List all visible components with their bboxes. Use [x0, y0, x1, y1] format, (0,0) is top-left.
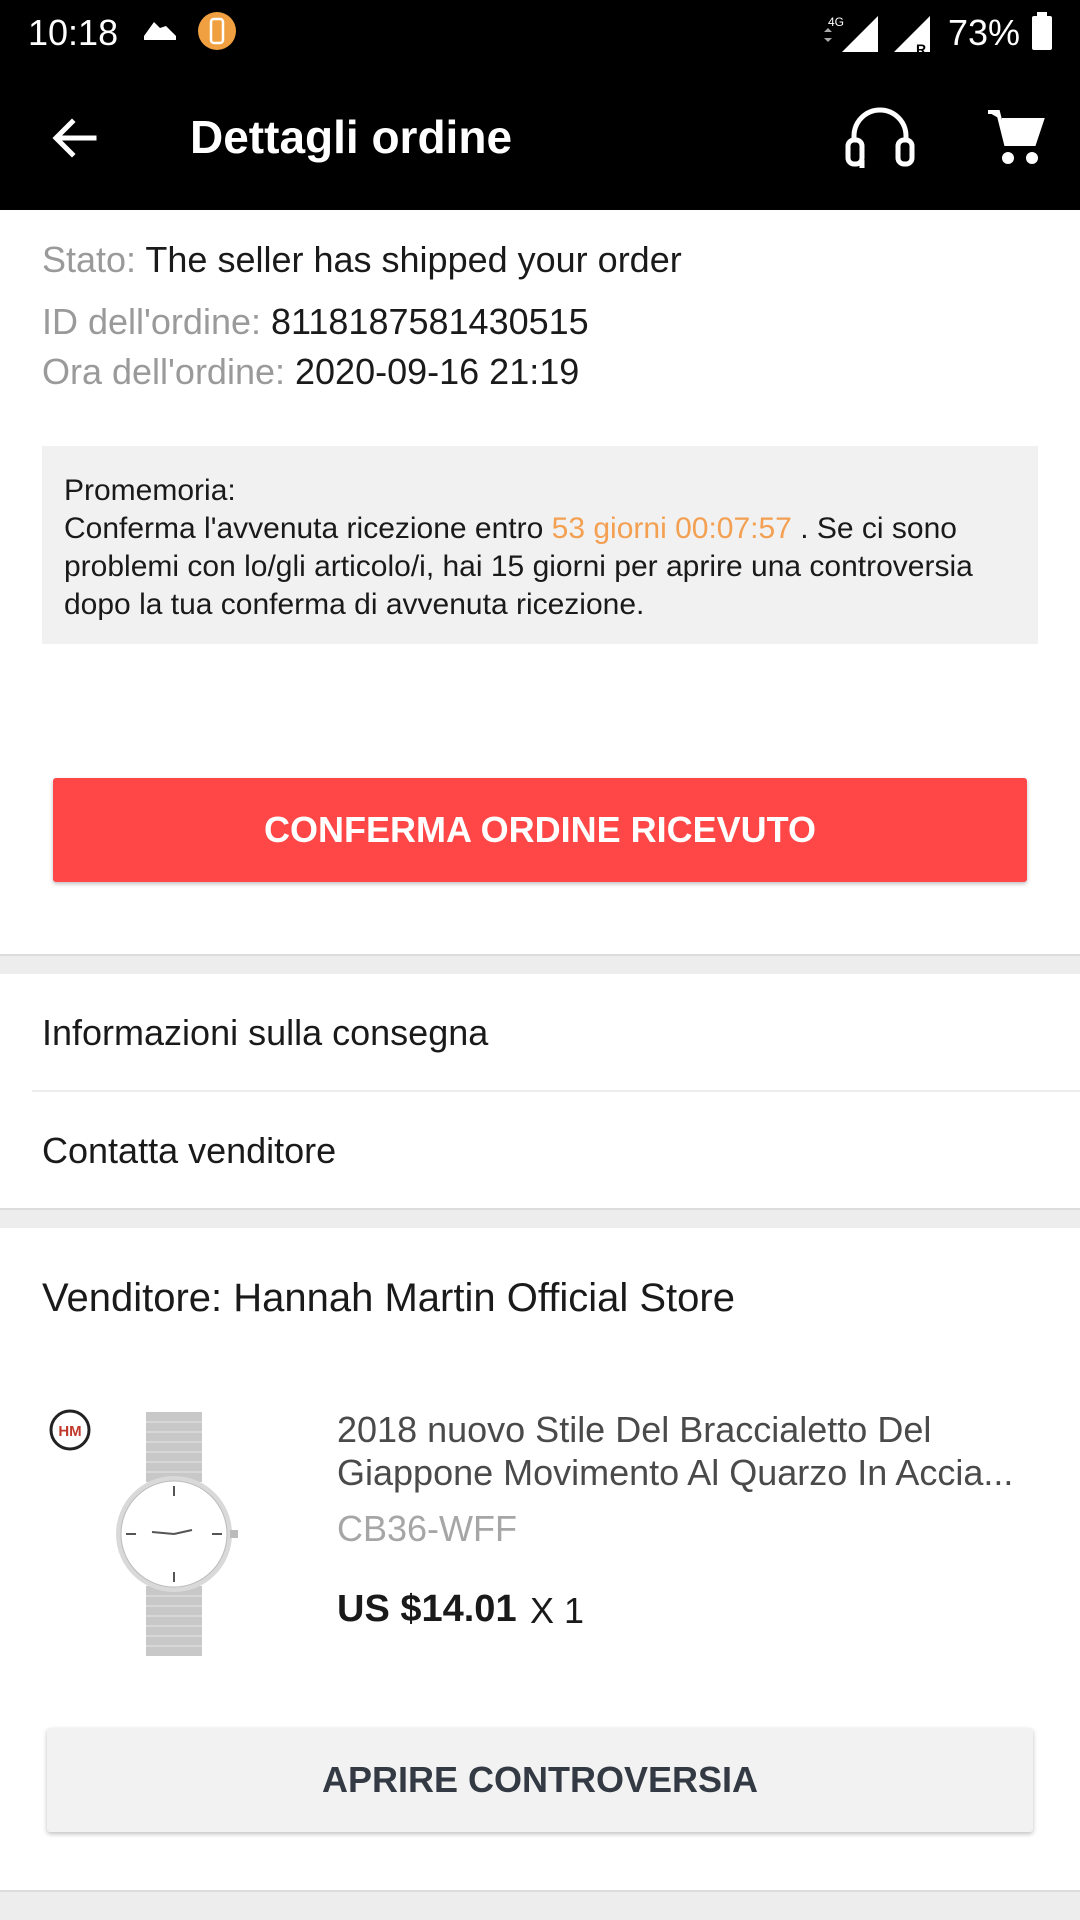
product-sku: CB36-WFF	[337, 1508, 517, 1549]
contact-seller-item[interactable]: Contatta venditore	[0, 1092, 1080, 1208]
order-id-row: ID dell'ordine: 8118187581430515	[42, 302, 589, 342]
battery-icon	[1030, 12, 1054, 57]
status-time: 10:18	[28, 12, 119, 53]
open-dispute-button[interactable]: APRIRE CONTROVERSIA	[47, 1728, 1033, 1832]
delivery-info-item[interactable]: Informazioni sulla consegna	[0, 974, 1080, 1090]
svg-text:R: R	[916, 41, 926, 54]
page-title: Dettagli ordine	[190, 111, 513, 163]
product-title[interactable]: 2018 nuovo Stile Del Braccialetto Del Gi…	[337, 1408, 1047, 1494]
running-shoe-icon	[140, 10, 180, 55]
order-time-label: Ora dell'ordine:	[42, 351, 285, 392]
order-time-row: Ora dell'ordine: 2020-09-16 21:19	[42, 352, 579, 392]
back-arrow-icon[interactable]	[44, 108, 104, 168]
confirm-received-button[interactable]: CONFERMA ORDINE RICEVUTO	[53, 778, 1027, 882]
product-price: US $14.01	[337, 1588, 517, 1630]
brand-logo-text: HM	[58, 1423, 81, 1440]
reminder-box: Promemoria: Conferma l'avvenuta ricezion…	[42, 446, 1038, 644]
app-bar: Dettagli ordine	[0, 64, 1080, 210]
order-time-value: 2020-09-16 21:19	[295, 351, 580, 392]
order-status-row: Stato: The seller has shipped your order	[42, 240, 682, 280]
section-divider	[0, 954, 1080, 974]
status-bar: 10:18 4G R 73%	[0, 0, 1080, 64]
section-divider	[0, 1208, 1080, 1228]
status-value: The seller has shipped your order	[145, 239, 682, 280]
reminder-countdown: 53 giorni 00:07:57	[551, 512, 792, 545]
status-label: Stato:	[42, 239, 137, 280]
battery-percent: 73%	[947, 12, 1020, 53]
order-id-label: ID dell'ordine:	[42, 301, 261, 342]
signal-roaming-icon: R	[890, 14, 934, 59]
signal-4g-icon: 4G	[820, 14, 882, 59]
smartwatch-app-icon	[196, 10, 238, 57]
section-divider	[0, 1890, 1080, 1920]
cart-icon[interactable]	[984, 106, 1046, 168]
reminder-title: Promemoria:	[64, 474, 236, 507]
headset-icon[interactable]	[840, 102, 920, 172]
contact-seller-label: Contatta venditore	[42, 1130, 337, 1171]
reminder-text-before: Conferma l'avvenuta ricezione entro	[64, 512, 552, 545]
seller-name[interactable]: Venditore: Hannah Martin Official Store	[42, 1276, 735, 1321]
product-quantity: X 1	[530, 1590, 585, 1631]
brand-logo: HM	[49, 1409, 91, 1451]
delivery-info-label: Informazioni sulla consegna	[42, 1012, 489, 1053]
order-id-value: 8118187581430515	[271, 301, 589, 342]
reminder-text: Conferma l'avvenuta ricezione entro 53 g…	[64, 510, 1016, 624]
network-type: 4G	[828, 15, 844, 29]
product-image[interactable]: HM	[42, 1402, 304, 1664]
